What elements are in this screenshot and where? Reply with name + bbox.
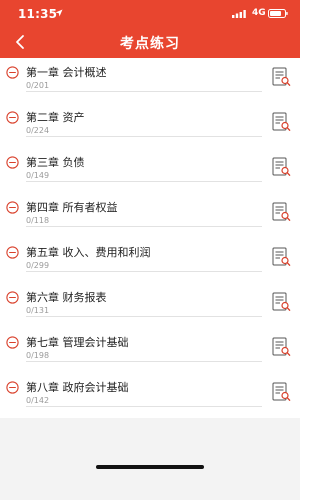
home-indicator (96, 465, 204, 469)
nav-bar: 考点练习 (0, 26, 300, 58)
document-search-icon[interactable] (272, 112, 291, 132)
collapse-circle-icon[interactable] (6, 246, 19, 259)
collapse-circle-icon[interactable] (6, 111, 19, 124)
location-arrow-icon (55, 9, 63, 17)
document-search-icon[interactable] (272, 382, 291, 402)
chapter-progress: 0/118 (26, 216, 50, 225)
divider (26, 136, 262, 137)
network-type-label: 4G (252, 8, 266, 18)
chapter-progress: 0/224 (26, 126, 50, 135)
collapse-circle-icon[interactable] (6, 66, 19, 79)
document-search-icon[interactable] (272, 247, 291, 267)
chapter-item[interactable]: 第五章 收入、费用和利润 0/299 (0, 238, 300, 283)
chapter-item[interactable]: 第三章 负债 0/149 (0, 148, 300, 193)
chapter-item[interactable]: 第一章 会计概述 0/201 (0, 58, 300, 103)
battery-icon (268, 9, 288, 18)
chapter-progress: 0/142 (26, 396, 50, 405)
chapter-title: 第三章 负债 (26, 156, 85, 169)
document-search-icon[interactable] (272, 202, 291, 222)
divider (26, 271, 262, 272)
chapter-progress: 0/198 (26, 351, 50, 360)
chapter-title: 第七章 管理会计基础 (26, 336, 129, 349)
chapter-progress: 0/299 (26, 261, 50, 270)
bottom-blank-area (0, 418, 300, 500)
divider (26, 361, 262, 362)
divider (26, 406, 262, 407)
document-search-icon[interactable] (272, 157, 291, 177)
chapter-title: 第二章 资产 (26, 111, 85, 124)
document-search-icon[interactable] (272, 292, 291, 312)
divider (26, 91, 262, 92)
chapter-item[interactable]: 第二章 资产 0/224 (0, 103, 300, 148)
page-title: 考点练习 (120, 36, 180, 52)
divider (26, 316, 262, 317)
divider (26, 226, 262, 227)
chapter-title: 第八章 政府会计基础 (26, 381, 129, 394)
collapse-circle-icon[interactable] (6, 381, 19, 394)
app-header: 11:35 4G 考点练习 (0, 0, 300, 58)
document-search-icon[interactable] (272, 337, 291, 357)
chapter-progress: 0/131 (26, 306, 50, 315)
divider (26, 181, 262, 182)
chapter-item[interactable]: 第四章 所有者权益 0/118 (0, 193, 300, 238)
signal-bars-icon (232, 10, 246, 18)
chapter-title: 第五章 收入、费用和利润 (26, 246, 151, 259)
chapter-item[interactable]: 第七章 管理会计基础 0/198 (0, 328, 300, 373)
chapter-progress: 0/149 (26, 171, 50, 180)
chapter-title: 第六章 财务报表 (26, 291, 107, 304)
chapter-progress: 0/201 (26, 81, 50, 90)
document-search-icon[interactable] (272, 67, 291, 87)
chapter-item[interactable]: 第八章 政府会计基础 0/142 (0, 373, 300, 418)
chapter-title: 第一章 会计概述 (26, 66, 107, 79)
status-bar: 11:35 4G (0, 0, 300, 26)
collapse-circle-icon[interactable] (6, 336, 19, 349)
collapse-circle-icon[interactable] (6, 201, 19, 214)
chapter-title: 第四章 所有者权益 (26, 201, 118, 214)
chapter-list: 第一章 会计概述 0/201 第二章 资产 0/224 第三章 负债 0/149 第四章 所… (0, 58, 300, 418)
collapse-circle-icon[interactable] (6, 156, 19, 169)
chapter-item[interactable]: 第六章 财务报表 0/131 (0, 283, 300, 328)
collapse-circle-icon[interactable] (6, 291, 19, 304)
status-time: 11:35 (18, 7, 58, 21)
